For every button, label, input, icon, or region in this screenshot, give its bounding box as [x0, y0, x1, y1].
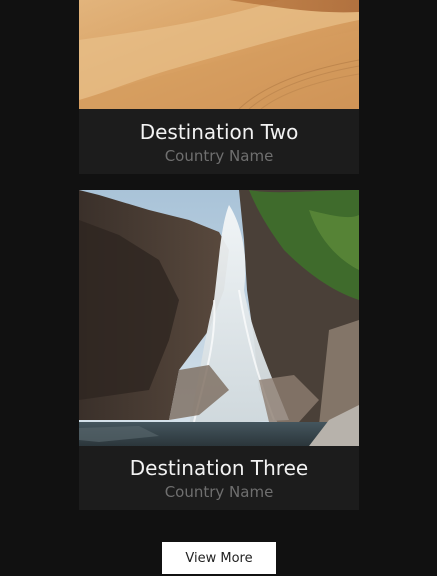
desert-dunes-photo	[79, 0, 359, 109]
destination-card[interactable]: Destination Two Country Name	[79, 0, 359, 174]
view-more-button[interactable]: View More	[162, 542, 276, 574]
destination-title: Destination Two	[139, 120, 299, 144]
waterfall-photo	[79, 190, 359, 446]
destination-country: Country Name	[164, 483, 274, 501]
destination-card[interactable]: Destination Three Country Name	[79, 190, 359, 510]
destination-country: Country Name	[164, 147, 274, 165]
destination-title: Destination Three	[129, 456, 309, 480]
